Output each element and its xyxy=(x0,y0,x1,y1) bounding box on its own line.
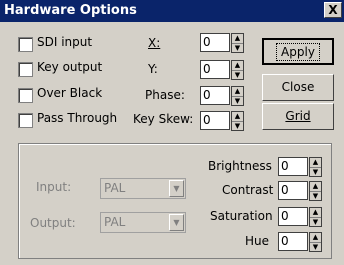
saturation-input[interactable]: 0 xyxy=(278,207,308,226)
spin-down-icon[interactable]: ▼ xyxy=(232,71,243,80)
hue-input[interactable]: 0 xyxy=(278,232,308,251)
close-button[interactable]: Close xyxy=(262,74,334,101)
over-black-checkbox[interactable] xyxy=(18,88,33,103)
key-output-label[interactable]: Key output xyxy=(37,60,102,74)
key-skew-label: Key Skew: xyxy=(133,112,194,126)
hue-spinner[interactable]: ▲ ▼ xyxy=(309,232,322,252)
phase-spinner[interactable]: ▲ ▼ xyxy=(231,86,244,106)
title-bar: Hardware Options X xyxy=(0,0,344,22)
spin-up-icon[interactable]: ▲ xyxy=(310,208,321,218)
phase-input[interactable]: 0 xyxy=(200,86,230,105)
brightness-label: Brightness xyxy=(208,159,272,173)
contrast-label: Contrast xyxy=(222,183,274,197)
spin-up-icon[interactable]: ▲ xyxy=(310,182,321,192)
spin-up-icon[interactable]: ▲ xyxy=(232,34,243,44)
pass-through-checkbox[interactable] xyxy=(18,113,33,128)
spin-up-icon[interactable]: ▲ xyxy=(232,112,243,122)
over-black-label[interactable]: Over Black xyxy=(37,86,102,100)
contrast-input[interactable]: 0 xyxy=(278,181,308,200)
y-label: Y: xyxy=(148,62,158,76)
contrast-spinner[interactable]: ▲ ▼ xyxy=(309,181,322,201)
output-select: PAL ▼ xyxy=(100,212,186,233)
x-spinner[interactable]: ▲ ▼ xyxy=(231,33,244,53)
output-label: Output: xyxy=(30,216,76,230)
apply-button[interactable]: Apply xyxy=(262,38,334,65)
brightness-spinner[interactable]: ▲ ▼ xyxy=(309,157,322,177)
grid-button[interactable]: Grid xyxy=(262,103,334,130)
y-input[interactable]: 0 xyxy=(200,60,230,79)
sdi-input-checkbox[interactable] xyxy=(18,37,33,52)
hue-label: Hue xyxy=(245,234,270,248)
chevron-down-icon: ▼ xyxy=(169,214,184,231)
saturation-label: Saturation xyxy=(210,209,273,223)
spin-down-icon[interactable]: ▼ xyxy=(310,218,321,227)
spin-down-icon[interactable]: ▼ xyxy=(232,122,243,131)
apply-button-label: Apply xyxy=(276,43,320,61)
spin-up-icon[interactable]: ▲ xyxy=(232,87,243,97)
close-icon[interactable]: X xyxy=(324,2,342,18)
spin-down-icon[interactable]: ▼ xyxy=(310,243,321,252)
brightness-input[interactable]: 0 xyxy=(278,157,308,176)
window-title: Hardware Options xyxy=(4,3,137,18)
spin-up-icon[interactable]: ▲ xyxy=(310,158,321,168)
spin-down-icon[interactable]: ▼ xyxy=(232,97,243,106)
input-label: Input: xyxy=(36,180,72,194)
spin-up-icon[interactable]: ▲ xyxy=(232,61,243,71)
spin-down-icon[interactable]: ▼ xyxy=(310,192,321,201)
chevron-down-icon: ▼ xyxy=(169,180,184,197)
x-input[interactable]: 0 xyxy=(200,33,230,52)
spin-down-icon[interactable]: ▼ xyxy=(232,44,243,53)
spin-down-icon[interactable]: ▼ xyxy=(310,168,321,177)
key-skew-input[interactable]: 0 xyxy=(200,111,230,130)
key-skew-spinner[interactable]: ▲ ▼ xyxy=(231,111,244,131)
saturation-spinner[interactable]: ▲ ▼ xyxy=(309,207,322,227)
sdi-input-label[interactable]: SDI input xyxy=(37,35,92,49)
x-label: X: xyxy=(148,36,161,50)
phase-label: Phase: xyxy=(145,88,185,102)
y-spinner[interactable]: ▲ ▼ xyxy=(231,60,244,80)
pass-through-label[interactable]: Pass Through xyxy=(37,111,117,125)
key-output-checkbox[interactable] xyxy=(18,62,33,77)
input-select: PAL ▼ xyxy=(100,178,186,199)
spin-up-icon[interactable]: ▲ xyxy=(310,233,321,243)
